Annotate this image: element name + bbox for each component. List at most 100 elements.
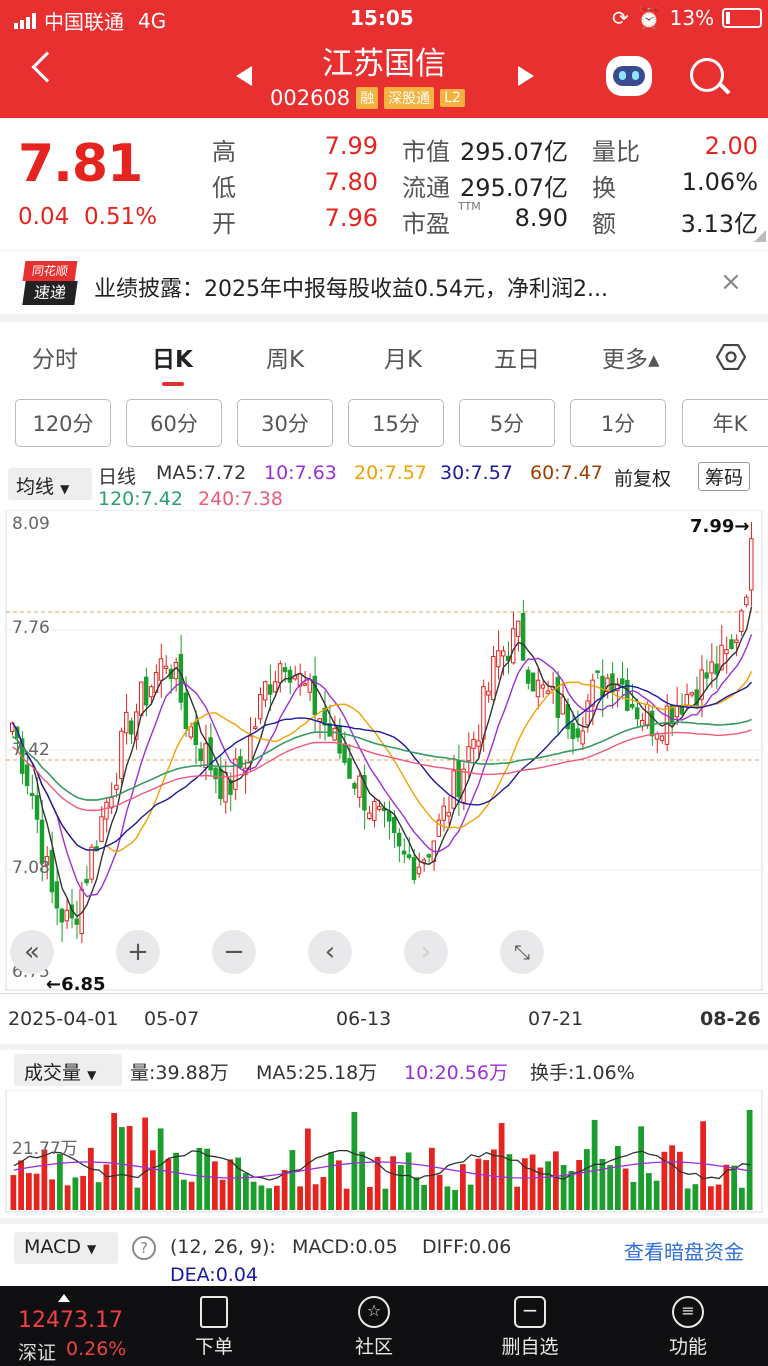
candle-body bbox=[575, 728, 580, 738]
period-year-k[interactable]: 年K bbox=[682, 399, 768, 447]
macd-selector[interactable]: MACD ▼ bbox=[14, 1232, 118, 1264]
minus-box-icon: − bbox=[514, 1296, 546, 1328]
candle-body bbox=[59, 908, 65, 923]
volume-bar bbox=[10, 1175, 17, 1210]
nav-remove-watchlist[interactable]: − 删自选 bbox=[470, 1296, 590, 1359]
volume-bar bbox=[568, 1171, 575, 1210]
candle-body bbox=[595, 670, 600, 673]
volume-value: 量:39.88万 bbox=[130, 1062, 229, 1084]
candle-body bbox=[262, 681, 268, 701]
candle-body bbox=[416, 866, 422, 875]
period-15min[interactable]: 15分 bbox=[348, 399, 444, 447]
volume-bar bbox=[281, 1170, 288, 1210]
tab-timeshare[interactable]: 分时 bbox=[32, 340, 78, 374]
candle-body bbox=[34, 795, 40, 820]
zoom-in-button[interactable]: + bbox=[116, 930, 160, 974]
volume-bar bbox=[258, 1185, 265, 1210]
candle-body bbox=[580, 730, 585, 745]
kline-chart[interactable] bbox=[0, 510, 768, 1000]
chart-settings-icon[interactable] bbox=[715, 343, 747, 371]
volume-bar bbox=[80, 1175, 86, 1210]
ma10-value: 10:7.63 bbox=[264, 462, 337, 484]
zoom-out-button[interactable]: − bbox=[212, 930, 256, 974]
ma-selector[interactable]: 均线 ▼ bbox=[8, 468, 92, 500]
candle-body bbox=[258, 694, 263, 720]
volume-bar bbox=[196, 1147, 203, 1210]
candle-body bbox=[545, 690, 551, 694]
tab-five-day[interactable]: 五日 bbox=[494, 340, 540, 374]
volume-bar bbox=[173, 1152, 179, 1210]
candle-body bbox=[496, 650, 501, 668]
candle-body bbox=[39, 819, 45, 864]
news-banner[interactable]: 同花顺 速递 业绩披露：2025年中报每股收益0.54元，净利润2... × bbox=[0, 250, 768, 322]
volume-bar bbox=[103, 1164, 110, 1210]
period-120min[interactable]: 120分 bbox=[15, 399, 111, 447]
fullscreen-button[interactable]: ⤡ bbox=[500, 930, 544, 974]
chips-button[interactable]: 筹码 bbox=[698, 462, 751, 491]
dark-pool-link[interactable]: 查看暗盘资金 bbox=[624, 1236, 744, 1265]
ma120-value: 120:7.42 bbox=[98, 488, 183, 510]
volume-bar bbox=[692, 1184, 699, 1210]
nav-community[interactable]: ☆ 社区 bbox=[314, 1296, 434, 1359]
candle-body bbox=[481, 686, 486, 740]
tab-daily-k[interactable]: 日K bbox=[152, 340, 193, 374]
period-60min[interactable]: 60分 bbox=[126, 399, 222, 447]
level2-tag: L2 bbox=[440, 89, 465, 107]
index-value[interactable]: 12473.17 bbox=[18, 1308, 123, 1333]
candle-body bbox=[679, 705, 685, 715]
adjust-mode[interactable]: 前复权 bbox=[614, 464, 671, 491]
expand-corner-icon[interactable] bbox=[754, 230, 766, 242]
period-5min[interactable]: 5分 bbox=[459, 399, 555, 447]
news-badge-top: 同花顺 bbox=[22, 261, 78, 281]
tab-more[interactable]: 更多▴ bbox=[602, 340, 660, 374]
volume-bar bbox=[491, 1149, 497, 1210]
help-icon[interactable]: ? bbox=[132, 1236, 156, 1260]
candle-body bbox=[590, 679, 595, 707]
news-close-button[interactable]: × bbox=[720, 267, 742, 297]
tab-weekly-k[interactable]: 周K bbox=[266, 340, 304, 374]
candle-body bbox=[674, 705, 680, 718]
volume-bar bbox=[95, 1182, 102, 1210]
candle-body bbox=[486, 690, 491, 696]
amount-label: 额 bbox=[592, 210, 616, 238]
volume-selector[interactable]: 成交量 ▼ bbox=[14, 1054, 122, 1086]
candle-body bbox=[64, 909, 70, 922]
y-label-4: 7.08 bbox=[12, 858, 50, 878]
nav-community-label: 社区 bbox=[354, 1336, 393, 1358]
community-star-icon: ☆ bbox=[358, 1296, 390, 1328]
dea-value: DEA:0.04 bbox=[170, 1264, 259, 1286]
candle-body bbox=[84, 878, 89, 884]
index-change-pct: 0.26% bbox=[66, 1338, 127, 1360]
candle-body bbox=[49, 850, 55, 893]
volume-bar bbox=[452, 1189, 458, 1210]
ma30-value: 30:7.57 bbox=[440, 462, 513, 484]
volume-bar bbox=[181, 1179, 187, 1210]
clock: 15:05 bbox=[350, 6, 414, 30]
status-right: ⟳ ⏰ 13% bbox=[612, 6, 763, 30]
robot-assistant-icon[interactable] bbox=[606, 56, 652, 96]
date-label-2: 05-07 bbox=[144, 1008, 200, 1030]
volume-bar bbox=[545, 1161, 551, 1210]
nav-functions[interactable]: ≡ 功能 bbox=[628, 1296, 748, 1359]
search-icon[interactable] bbox=[690, 58, 731, 95]
candle-body bbox=[143, 676, 149, 706]
period-30min[interactable]: 30分 bbox=[237, 399, 333, 447]
volume-bar bbox=[429, 1147, 435, 1210]
scroll-left-fast-button[interactable]: « bbox=[10, 930, 54, 974]
tab-monthly-k[interactable]: 月K bbox=[384, 340, 422, 374]
scroll-right-button[interactable]: › bbox=[404, 930, 448, 974]
stock-code: 002608 bbox=[270, 86, 351, 110]
scroll-left-button[interactable]: ‹ bbox=[308, 930, 352, 974]
candle-body bbox=[555, 676, 561, 718]
volume-bar bbox=[615, 1145, 621, 1210]
y-label-top: 8.09 bbox=[12, 514, 50, 534]
news-badge-bottom: 速递 bbox=[22, 281, 78, 305]
candle-body bbox=[540, 684, 546, 689]
float-value: 295.07亿 bbox=[460, 174, 568, 202]
period-1min[interactable]: 1分 bbox=[570, 399, 666, 447]
candle-body bbox=[714, 663, 719, 675]
candle-body bbox=[248, 735, 253, 764]
nav-order[interactable]: 下单 bbox=[154, 1296, 274, 1359]
candle-body bbox=[491, 656, 496, 701]
candle-body bbox=[119, 730, 124, 780]
